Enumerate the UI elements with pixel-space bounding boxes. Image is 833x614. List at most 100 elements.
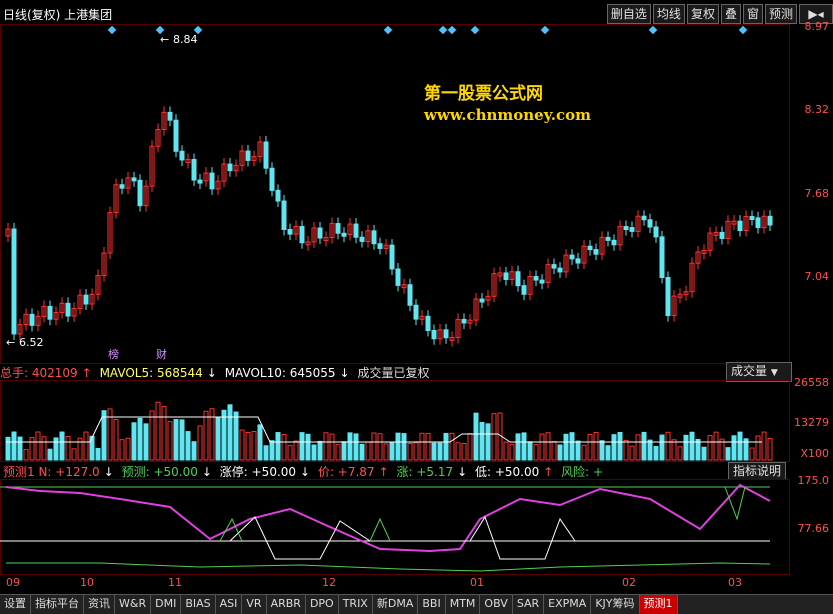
candlestick xyxy=(425,310,431,337)
event-marker-icon[interactable] xyxy=(107,25,117,35)
candlestick xyxy=(365,224,371,248)
tab-7[interactable]: VR xyxy=(242,595,267,614)
candlestick xyxy=(203,167,209,187)
candlestick xyxy=(407,278,413,312)
event-marker-icon[interactable] xyxy=(738,25,748,35)
volume-bar xyxy=(587,433,593,461)
candlestick xyxy=(629,221,635,238)
tab-8[interactable]: ARBR xyxy=(267,595,306,614)
tab-15[interactable]: SAR xyxy=(513,595,545,614)
volume-bar xyxy=(323,432,329,461)
candlestick xyxy=(41,300,47,323)
volume-bar xyxy=(575,440,581,461)
tab-17[interactable]: KJY筹码 xyxy=(591,595,640,614)
volume-axis-label-2: 13279 xyxy=(794,416,829,429)
volume-bar xyxy=(413,442,419,461)
down-arrow-icon: ↓ xyxy=(103,465,114,479)
candlestick xyxy=(587,240,593,256)
volume-bar xyxy=(623,439,629,461)
adjust-price-button[interactable]: 复权 xyxy=(686,4,719,24)
candlestick xyxy=(671,290,677,322)
candlestick xyxy=(251,150,257,167)
candlestick xyxy=(755,211,761,234)
tab-18[interactable]: 预测1 xyxy=(639,595,678,614)
volume-bar xyxy=(77,437,83,461)
candlestick xyxy=(335,217,341,240)
volume-bar xyxy=(305,433,311,461)
candlestick xyxy=(389,239,395,276)
volume-bar xyxy=(191,441,197,461)
forecast-button[interactable]: 预测 xyxy=(764,4,797,24)
tab-4[interactable]: DMI xyxy=(151,595,182,614)
tab-3[interactable]: W&R xyxy=(115,595,152,614)
volume-bar xyxy=(41,436,47,461)
tab-0[interactable]: 设置 xyxy=(0,595,31,614)
volume-bar xyxy=(365,441,371,461)
volume-bar xyxy=(335,444,341,461)
volume-bar xyxy=(299,432,305,461)
tab-5[interactable]: BIAS xyxy=(181,595,216,614)
candlestick xyxy=(341,227,347,243)
indicator-help-button[interactable]: 指标说明 xyxy=(728,462,787,480)
volume-bar xyxy=(725,447,731,461)
tab-6[interactable]: ASI xyxy=(216,595,243,614)
candlestick xyxy=(269,162,275,197)
moving-average-button[interactable]: 均线 xyxy=(652,4,685,24)
tab-1[interactable]: 指标平台 xyxy=(31,595,84,614)
event-badge-cai[interactable]: 财 xyxy=(156,346,167,362)
candlestick xyxy=(653,220,659,243)
volume-bar xyxy=(701,446,707,461)
up-arrow-icon: ↑ xyxy=(378,465,389,479)
tab-13[interactable]: MTM xyxy=(446,595,481,614)
volume-bar xyxy=(605,445,611,461)
candlestick xyxy=(713,226,719,242)
event-marker-icon[interactable] xyxy=(383,25,393,35)
up-arrow-icon: ↑ xyxy=(543,465,554,479)
candlestick xyxy=(227,158,233,177)
event-marker-icon[interactable] xyxy=(648,25,658,35)
event-marker-icon[interactable] xyxy=(447,25,457,35)
volume-bar xyxy=(251,430,257,461)
tab-16[interactable]: EXPMA xyxy=(544,595,592,614)
price-chart[interactable] xyxy=(0,24,790,364)
candlestick xyxy=(155,123,161,153)
candlestick xyxy=(491,267,497,303)
tab-14[interactable]: OBV xyxy=(480,595,513,614)
candlestick xyxy=(521,279,527,301)
volume-chart[interactable] xyxy=(0,380,790,462)
overlay-button[interactable]: 叠 xyxy=(720,4,741,24)
tab-11[interactable]: 新DMA xyxy=(373,595,419,614)
event-marker-icon[interactable] xyxy=(470,25,480,35)
volume-bar xyxy=(371,432,377,461)
candlestick xyxy=(239,145,245,172)
tab-2[interactable]: 资讯 xyxy=(84,595,115,614)
event-marker-icon[interactable] xyxy=(540,25,550,35)
delete-watchlist-button[interactable]: 删自选 xyxy=(606,4,651,24)
volume-bar xyxy=(95,447,101,461)
candlestick xyxy=(641,210,647,226)
indicator-di: 低: +50.00 xyxy=(475,465,540,479)
candlestick xyxy=(29,308,35,332)
candlestick xyxy=(323,231,329,247)
indicator-chart[interactable] xyxy=(0,479,790,575)
window-button[interactable]: 窗 xyxy=(742,4,763,24)
candlestick xyxy=(485,290,491,307)
indicator-axis-label-1: 175.0 xyxy=(797,474,830,487)
candlestick xyxy=(5,223,11,242)
volume-bar xyxy=(425,432,431,461)
tab-10[interactable]: TRIX xyxy=(339,595,373,614)
tab-12[interactable]: BBI xyxy=(418,595,446,614)
candlestick xyxy=(257,136,263,163)
date-label-02: 02 xyxy=(622,576,636,589)
candlestick xyxy=(623,220,629,236)
event-marker-icon[interactable] xyxy=(438,25,448,35)
candlestick xyxy=(611,234,617,251)
high-price-label: 8.84 xyxy=(173,33,198,46)
tab-9[interactable]: DPO xyxy=(306,595,339,614)
volume-bar xyxy=(479,421,485,461)
volume-dropdown[interactable]: 成交量 ▼ xyxy=(726,362,792,382)
volume-bar xyxy=(401,433,407,461)
volume-bar xyxy=(155,401,161,461)
event-badge-bang[interactable]: 榜 xyxy=(108,346,119,362)
indicator-tab-bar: 设置 指标平台 资讯 W&R DMI BIAS ASI VR ARBR DPO TRIX 新DMA BB… xyxy=(0,594,833,614)
